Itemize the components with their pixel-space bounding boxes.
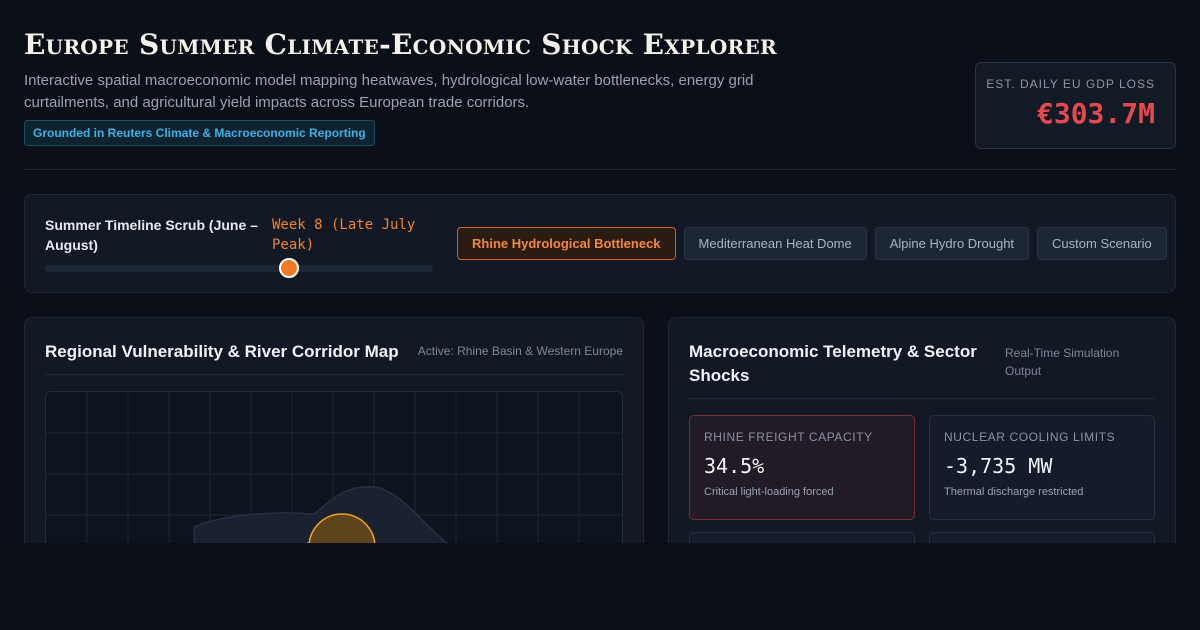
telemetry-panel: Macroeconomic Telemetry & Sector Shocks … (668, 317, 1176, 557)
source-badge: Grounded in Reuters Climate & Macroecono… (24, 120, 375, 146)
stat-note: Thermal discharge restricted (944, 486, 1084, 498)
timeline-slider-thumb[interactable] (279, 258, 300, 278)
stat-value: -3,735 MW (944, 454, 1053, 478)
stat-card-rhine-freight[interactable]: RHINE FREIGHT CAPACITY 34.5% Critical li… (689, 415, 915, 520)
timeline-label: Summer Timeline Scrub (June – August) (45, 217, 258, 253)
page-title: Europe Summer Climate-Economic Shock Exp… (24, 28, 777, 61)
header: Europe Summer Climate-Economic Shock Exp… (24, 28, 1176, 170)
scenario-button-alpine[interactable]: Alpine Hydro Drought (874, 227, 1030, 260)
map-panel: Regional Vulnerability & River Corridor … (24, 317, 644, 557)
gdp-loss-label: EST. DAILY EU GDP LOSS (986, 77, 1155, 91)
telemetry-panel-title: Macroeconomic Telemetry & Sector Shocks (689, 342, 977, 385)
stat-card-nuclear-cooling[interactable]: NUCLEAR COOLING LIMITS -3,735 MW Thermal… (929, 415, 1155, 520)
stat-note: Critical light-loading forced (704, 486, 834, 498)
map-active-region: Active: Rhine Basin & Western Europe (417, 344, 623, 358)
region-map-canvas (46, 392, 622, 556)
scenario-button-mediterranean[interactable]: Mediterranean Heat Dome (683, 227, 867, 260)
controls-bar: Summer Timeline Scrub (June – August) We… (24, 194, 1176, 293)
map-panel-divider (45, 374, 623, 375)
stat-label: NUCLEAR COOLING LIMITS (944, 430, 1116, 444)
stat-label: RHINE FREIGHT CAPACITY (704, 430, 873, 444)
gdp-loss-card: EST. DAILY EU GDP LOSS €303.7M (975, 62, 1176, 149)
scenario-buttons: Rhine Hydrological Bottleneck Mediterran… (457, 227, 1167, 260)
timeline-slider[interactable] (45, 258, 433, 278)
scenario-button-rhine[interactable]: Rhine Hydrological Bottleneck (457, 227, 676, 260)
timeline-slider-fill (45, 265, 290, 272)
page-subtitle: Interactive spatial macroeconomic model … (24, 72, 754, 111)
map-panel-title: Regional Vulnerability & River Corridor … (45, 342, 399, 361)
timeline-value: Week 8 (Late July Peak) (272, 217, 416, 253)
gdp-loss-value: €303.7M (1036, 97, 1155, 130)
telemetry-panel-divider (689, 398, 1155, 399)
telemetry-panel-meta: Real-Time Simulation Output (1005, 346, 1120, 378)
region-map[interactable] (45, 391, 623, 556)
stat-value: 34.5% (704, 454, 765, 478)
viewport-fold (0, 543, 1200, 630)
scenario-button-custom[interactable]: Custom Scenario (1037, 227, 1167, 260)
